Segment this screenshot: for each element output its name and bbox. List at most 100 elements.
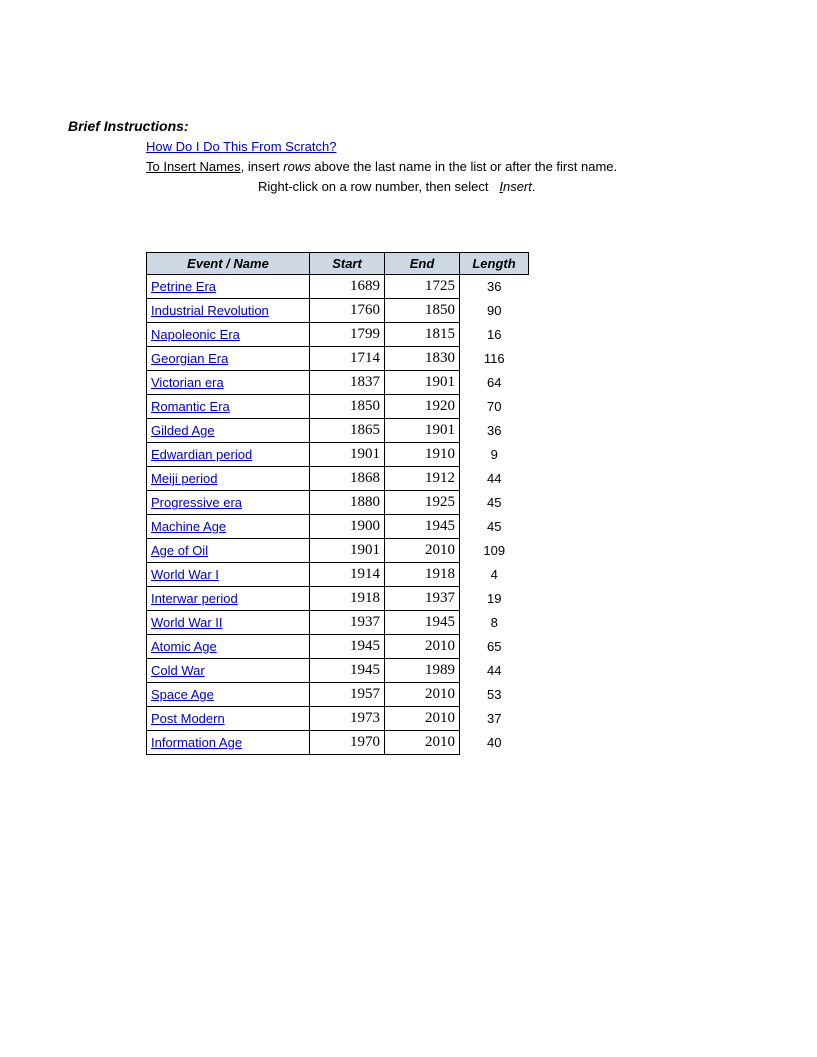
table-row: Atomic Age1945201065	[147, 635, 529, 659]
cell-name: Edwardian period	[147, 443, 310, 467]
events-table: Event / Name Start End Length Petrine Er…	[146, 252, 529, 755]
cell-length: 4	[460, 563, 529, 587]
cell-name: Meiji period	[147, 467, 310, 491]
cell-end: 2010	[385, 539, 460, 563]
rightclick-instruction: Right-click on a row number, then select…	[146, 178, 817, 196]
instructions-block: How Do I Do This From Scratch? To Insert…	[146, 138, 817, 196]
cell-end: 1910	[385, 443, 460, 467]
event-link[interactable]: Cold War	[151, 663, 205, 678]
rows-word: rows	[283, 159, 310, 174]
event-link[interactable]: Atomic Age	[151, 639, 217, 654]
cell-end: 2010	[385, 707, 460, 731]
cell-length: 45	[460, 491, 529, 515]
event-link[interactable]: Information Age	[151, 735, 242, 750]
col-header-end: End	[385, 253, 460, 275]
cell-end: 2010	[385, 683, 460, 707]
insert-instruction: To Insert Names, insert rows above the l…	[146, 158, 817, 176]
cell-start: 1970	[310, 731, 385, 755]
cell-length: 44	[460, 659, 529, 683]
cell-name: Atomic Age	[147, 635, 310, 659]
cell-length: 16	[460, 323, 529, 347]
section-title: Brief Instructions:	[68, 118, 817, 134]
cell-length: 109	[460, 539, 529, 563]
cell-end: 1945	[385, 611, 460, 635]
table-row: Space Age1957201053	[147, 683, 529, 707]
cell-end: 1850	[385, 299, 460, 323]
col-header-length: Length	[460, 253, 529, 275]
cell-end: 1945	[385, 515, 460, 539]
table-row: Industrial Revolution1760185090	[147, 299, 529, 323]
cell-end: 1815	[385, 323, 460, 347]
cell-end: 1901	[385, 419, 460, 443]
event-link[interactable]: Napoleonic Era	[151, 327, 240, 342]
cell-name: Age of Oil	[147, 539, 310, 563]
event-link[interactable]: Industrial Revolution	[151, 303, 269, 318]
event-link[interactable]: Progressive era	[151, 495, 242, 510]
event-link[interactable]: Space Age	[151, 687, 214, 702]
event-link[interactable]: Romantic Era	[151, 399, 230, 414]
cell-length: 53	[460, 683, 529, 707]
event-link[interactable]: Petrine Era	[151, 279, 216, 294]
table-row: Victorian era 1837190164	[147, 371, 529, 395]
cell-start: 1900	[310, 515, 385, 539]
event-link[interactable]: World War II	[151, 615, 223, 630]
cell-name: Victorian era	[147, 371, 310, 395]
cell-length: 8	[460, 611, 529, 635]
cell-name: Post Modern	[147, 707, 310, 731]
event-link[interactable]: Georgian Era	[151, 351, 228, 366]
event-link[interactable]: Meiji period	[151, 471, 217, 486]
table-row: Romantic Era1850192070	[147, 395, 529, 419]
table-row: Age of Oil19012010109	[147, 539, 529, 563]
event-link[interactable]: Gilded Age	[151, 423, 215, 438]
text: , insert	[241, 159, 284, 174]
cell-end: 1901	[385, 371, 460, 395]
table-row: World War I191419184	[147, 563, 529, 587]
cell-length: 116	[460, 347, 529, 371]
cell-start: 1918	[310, 587, 385, 611]
cell-name: Space Age	[147, 683, 310, 707]
cell-name: Industrial Revolution	[147, 299, 310, 323]
cell-end: 1925	[385, 491, 460, 515]
event-link[interactable]: Edwardian period	[151, 447, 252, 462]
cell-length: 44	[460, 467, 529, 491]
cell-start: 1689	[310, 275, 385, 299]
cell-length: 9	[460, 443, 529, 467]
cell-length: 19	[460, 587, 529, 611]
col-header-name: Event / Name	[147, 253, 310, 275]
cell-name: Romantic Era	[147, 395, 310, 419]
event-link[interactable]: Interwar period	[151, 591, 238, 606]
cell-name: Petrine Era	[147, 275, 310, 299]
cell-name: Progressive era	[147, 491, 310, 515]
cell-start: 1865	[310, 419, 385, 443]
cell-name: World War I	[147, 563, 310, 587]
insert-word: Insert	[499, 179, 532, 194]
cell-name: Information Age	[147, 731, 310, 755]
table-row: Edwardian period190119109	[147, 443, 529, 467]
cell-end: 2010	[385, 635, 460, 659]
cell-start: 1973	[310, 707, 385, 731]
cell-end: 1918	[385, 563, 460, 587]
table-row: World War II193719458	[147, 611, 529, 635]
text: Right-click on a row number, then select	[258, 179, 492, 194]
cell-end: 1920	[385, 395, 460, 419]
scratch-link[interactable]: How Do I Do This From Scratch?	[146, 139, 336, 154]
event-link[interactable]: Victorian era	[151, 375, 224, 390]
cell-start: 1837	[310, 371, 385, 395]
col-header-start: Start	[310, 253, 385, 275]
table-row: Georgian Era17141830116	[147, 347, 529, 371]
text: above the last name in the list or after…	[311, 159, 617, 174]
cell-length: 70	[460, 395, 529, 419]
cell-length: 64	[460, 371, 529, 395]
event-link[interactable]: World War I	[151, 567, 219, 582]
cell-end: 1725	[385, 275, 460, 299]
cell-start: 1760	[310, 299, 385, 323]
event-link[interactable]: Age of Oil	[151, 543, 208, 558]
table-row: Post Modern1973201037	[147, 707, 529, 731]
cell-length: 40	[460, 731, 529, 755]
event-link[interactable]: Post Modern	[151, 711, 225, 726]
event-link[interactable]: Machine Age	[151, 519, 226, 534]
table-row: Gilded Age1865190136	[147, 419, 529, 443]
cell-end: 1989	[385, 659, 460, 683]
cell-start: 1868	[310, 467, 385, 491]
table-header-row: Event / Name Start End Length	[147, 253, 529, 275]
